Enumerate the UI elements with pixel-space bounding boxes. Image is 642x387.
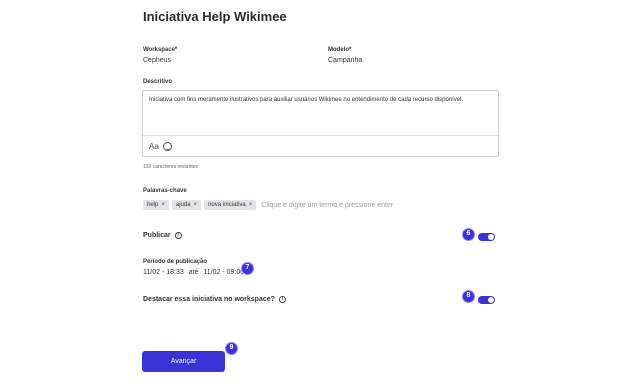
workspace-label: Workspace* [143,47,178,53]
description-toolbar: Aa [143,135,498,157]
highlight-row: Destacar essa iniciativa no workspace? i [143,296,286,303]
highlight-label: Destacar essa iniciativa no workspace? [143,296,275,303]
keyword-chip-label: ajuda [175,202,191,208]
keyword-chip: ajuda × [171,200,202,210]
period-end: 11/02 - 09:00 [203,269,245,276]
text-format-button[interactable]: Aa [149,142,159,151]
publish-row: Publicar i [143,232,182,239]
workspace-field[interactable]: Workspace* Cepheus [143,47,177,64]
period-start: 11/02 - 18:33 [143,269,184,276]
workspace-value: Cepheus [143,57,172,64]
remove-chip-icon[interactable]: × [194,202,198,208]
page-title: Iniciativa Help Wikimee [143,9,287,24]
keyword-placeholder[interactable]: Clique e digite um termo e pressione ent… [261,202,393,209]
publish-label: Publicar [143,232,171,239]
description-text[interactable]: Iniciativa com fins meramente ilustrativ… [149,97,463,103]
period-value[interactable]: 11/02 - 18:33 até 11/02 - 09:00 [143,269,247,276]
toggle-knob [488,297,494,303]
highlight-toggle[interactable] [478,296,495,304]
toggle-knob [488,234,494,240]
step-badge-7: 7 [241,262,254,275]
step-badge-8: 8 [462,290,475,303]
keywords-input[interactable]: help × ajuda × nova iniciativa × Clique … [143,200,393,210]
period-separator: até [188,269,199,276]
description-label: Descritivo [143,79,173,85]
keyword-chip: help × [143,200,169,210]
modelo-label: Modelo* [328,47,352,53]
next-button[interactable]: Avançar [142,351,225,372]
emoji-icon[interactable] [163,142,172,151]
chars-remaining: 133 caracteres restantes [143,164,199,170]
keyword-chip: nova iniciativa × [204,200,257,210]
remove-chip-icon[interactable]: × [249,202,253,208]
info-icon[interactable]: i [174,232,182,239]
modelo-value: Campanha [328,57,363,64]
step-badge-6: 6 [462,228,475,241]
modelo-field[interactable]: Modelo* Campanha [328,47,362,64]
info-icon[interactable]: i [278,296,286,303]
description-textarea[interactable]: Iniciativa com fins meramente ilustrativ… [142,90,499,157]
keywords-label: Palavras-chave [143,188,187,194]
publish-toggle[interactable] [478,233,495,241]
keyword-chip-label: help [147,202,159,208]
step-badge-9: 9 [225,342,238,355]
remove-chip-icon[interactable]: × [161,202,165,208]
period-label: Período de publicação [143,259,208,265]
keyword-chip-label: nova iniciativa [208,202,246,208]
